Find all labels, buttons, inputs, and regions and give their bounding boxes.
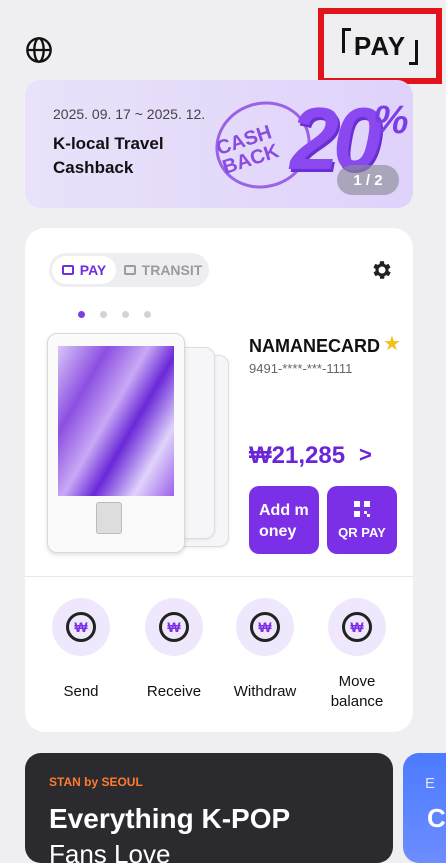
banner-percent-sign: % xyxy=(373,98,409,142)
card-chip xyxy=(96,502,122,534)
add-money-label-line2: oney xyxy=(259,523,297,540)
move-balance-action[interactable]: ₩ Move balance xyxy=(312,598,402,712)
gear-icon[interactable] xyxy=(369,258,393,282)
promo-card-kpop[interactable]: STAN by SEOUL Everything K-POP Fans Love xyxy=(25,753,393,863)
carousel-dot[interactable] xyxy=(122,311,129,318)
transit-tab-icon xyxy=(123,265,136,275)
receive-icon: ₩ xyxy=(145,598,203,656)
card-balance[interactable]: ₩21,285 xyxy=(249,442,345,470)
promo2-text-2: C xyxy=(427,803,446,833)
pay-tab-icon xyxy=(61,265,74,275)
carousel-dot[interactable] xyxy=(78,311,85,318)
tab-pay-label: PAY xyxy=(79,262,107,278)
send-icon: ₩ xyxy=(52,598,110,656)
withdraw-action[interactable]: ₩ Withdraw xyxy=(220,598,310,702)
banner-pager: 1 / 2 xyxy=(337,165,399,195)
carousel-dot[interactable] xyxy=(100,311,107,318)
tab-transit[interactable]: TRANSIT xyxy=(121,256,205,284)
card-type-toggle: PAY TRANSIT xyxy=(49,253,209,287)
withdraw-label: Withdraw xyxy=(233,683,297,700)
promo-headline: Everything K-POP xyxy=(49,803,291,834)
card-number: 9491-****-***-1111 xyxy=(249,361,353,376)
promo-subtitle: Fans Love xyxy=(49,839,171,863)
divider xyxy=(25,576,413,577)
add-money-button[interactable]: Add m oney xyxy=(249,486,319,554)
card-stack[interactable] xyxy=(47,333,237,555)
promo2-text-1: E xyxy=(425,775,436,792)
chevron-right-icon[interactable]: > xyxy=(359,442,372,468)
tab-transit-label: TRANSIT xyxy=(141,262,203,278)
carousel-dot[interactable] xyxy=(144,311,151,318)
qr-pay-button[interactable]: QR PAY xyxy=(327,486,397,554)
add-money-label-line1: Add m xyxy=(259,502,309,519)
card-carousel-dots xyxy=(78,311,151,318)
withdraw-icon: ₩ xyxy=(236,598,294,656)
receive-action[interactable]: ₩ Receive xyxy=(129,598,219,702)
tab-pay[interactable]: PAY xyxy=(52,256,116,284)
move-balance-label: Move balance xyxy=(330,673,384,710)
card-name: NAMANECARD xyxy=(249,336,380,356)
star-icon[interactable]: ★ xyxy=(383,331,401,356)
top-bar: PAY xyxy=(0,0,446,90)
qr-icon xyxy=(354,500,370,517)
move-balance-icon: ₩ xyxy=(328,598,386,656)
card-art xyxy=(58,346,174,496)
card-image[interactable] xyxy=(47,333,185,553)
promo-card-next[interactable]: E C xyxy=(403,753,446,863)
pay-logo-button[interactable]: PAY xyxy=(318,8,442,84)
card-panel: PAY TRANSIT NAMANECARD ★ 9491-****-***-1… xyxy=(25,228,413,732)
banner-date: 2025. 09. 17 ~ 2025. 12. xyxy=(53,106,206,122)
receive-label: Receive xyxy=(146,683,202,700)
send-label: Send xyxy=(63,683,99,700)
banner-title: K-local Travel Cashback xyxy=(53,134,164,177)
qr-pay-label: QR PAY xyxy=(338,524,386,540)
send-action[interactable]: ₩ Send xyxy=(36,598,126,702)
promo-banner[interactable]: 2025. 09. 17 ~ 2025. 12. K-local Travel … xyxy=(25,80,413,208)
pay-logo-text: PAY xyxy=(341,27,419,65)
globe-icon[interactable] xyxy=(25,36,53,64)
promo-brand: STAN by SEOUL xyxy=(49,775,143,789)
